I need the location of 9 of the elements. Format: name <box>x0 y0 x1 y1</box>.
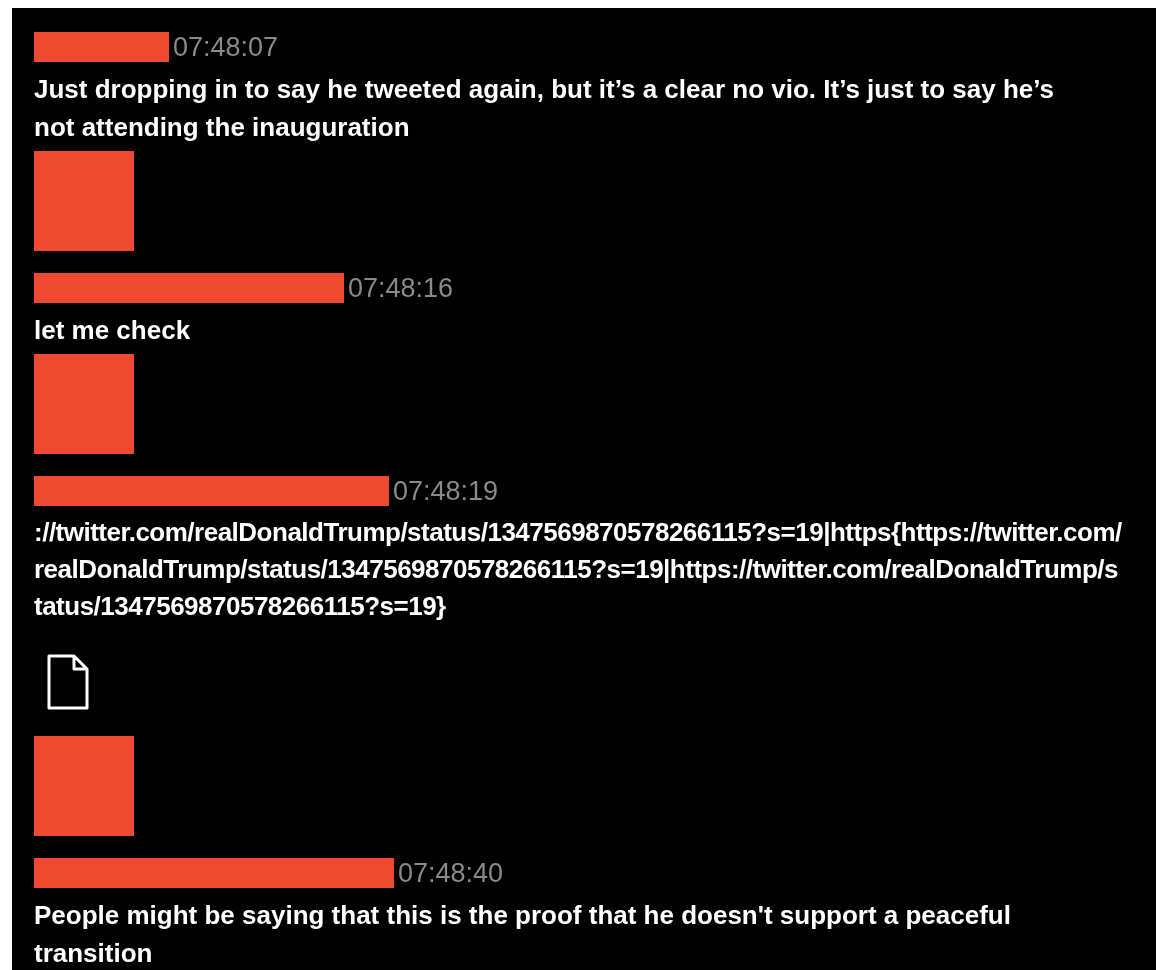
message-timestamp: 07:48:07 <box>173 31 279 63</box>
message-timestamp: 07:48:16 <box>348 272 454 304</box>
message-text: Just dropping in to say he tweeted again, but it’s a clear no vio. It’s just to say he’s not attending the inauguration <box>34 73 1055 144</box>
message-timestamp: 07:48:40 <box>398 857 504 889</box>
message-text: let me check <box>34 314 192 347</box>
file-icon[interactable] <box>46 653 90 711</box>
message-timestamp: 07:48:19 <box>393 475 499 507</box>
message-text: People might be saying that this is the proof that he doesn't support a peaceful transition <box>34 899 1012 970</box>
message-text: ://twitter.com/realDonaldTrump/status/1347569870578266115?s=19|https{https://twitter.com/realDonaldTrump/status/1347569870578266115?s=19|https://twitter.com/realDonaldTrump/status/1347569870578266115?s=19} <box>34 516 1123 623</box>
